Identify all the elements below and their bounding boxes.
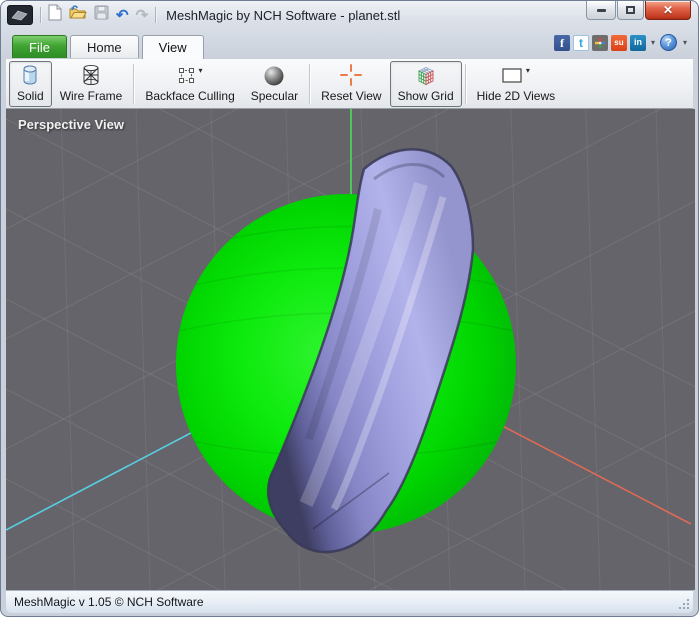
- reset-view-icon: [339, 63, 363, 87]
- wire-frame-icon: [79, 63, 103, 87]
- help-dropdown-icon[interactable]: ▾: [683, 38, 687, 47]
- show-grid-button[interactable]: Show Grid: [390, 61, 462, 107]
- specular-icon: [263, 65, 285, 87]
- view-ribbon: Solid Wire Frame ▾ Backface Culling Spec…: [6, 58, 693, 109]
- app-window: ↶ ↷ MeshMagic by NCH Software - planet.s…: [0, 0, 699, 617]
- backface-culling-icon: [178, 67, 195, 84]
- hide-2d-views-dropdown-icon[interactable]: ▾: [526, 66, 530, 75]
- button-label: Reset View: [321, 89, 381, 103]
- close-button[interactable]: ✕: [645, 1, 691, 20]
- facebook-icon[interactable]: f: [554, 35, 570, 51]
- hide-2d-views-icon: [502, 68, 522, 83]
- solid-icon: [19, 63, 41, 87]
- save-button[interactable]: [94, 5, 109, 25]
- specular-button[interactable]: Specular: [243, 61, 306, 107]
- perspective-viewport[interactable]: Perspective View: [6, 109, 695, 590]
- window-controls: ✕: [586, 1, 691, 20]
- minimize-icon: [597, 9, 606, 12]
- app-icon[interactable]: [7, 5, 33, 25]
- tab-file[interactable]: File: [12, 35, 67, 58]
- toolbar-separator: [465, 64, 466, 104]
- maximize-button[interactable]: [617, 1, 644, 20]
- button-label: Wire Frame: [60, 89, 123, 103]
- share-overflow-chevron-icon[interactable]: ▾: [651, 38, 655, 47]
- resize-grip[interactable]: [687, 607, 689, 609]
- button-label: Specular: [251, 89, 298, 103]
- titlebar-separator: [155, 7, 156, 23]
- undo-button[interactable]: ↶: [116, 8, 129, 23]
- scene-canvas[interactable]: [6, 109, 695, 590]
- show-grid-icon: [415, 65, 436, 87]
- stumbleupon-icon[interactable]: su: [611, 35, 627, 51]
- tab-home[interactable]: Home: [70, 35, 139, 58]
- status-bar: MeshMagic v 1.05 © NCH Software: [6, 590, 693, 613]
- toolbar-separator: [133, 64, 134, 104]
- button-label: Backface Culling: [145, 89, 234, 103]
- tab-view[interactable]: View: [142, 35, 204, 59]
- linkedin-icon[interactable]: in: [630, 35, 646, 51]
- backface-culling-dropdown-icon[interactable]: ▾: [199, 66, 203, 75]
- window-title: MeshMagic by NCH Software - planet.stl: [166, 8, 400, 23]
- hide-2d-views-button[interactable]: ▾ Hide 2D Views: [469, 61, 563, 107]
- button-label: Solid: [17, 89, 44, 103]
- button-label: Show Grid: [398, 89, 454, 103]
- quick-access-toolbar: ↶ ↷: [7, 4, 156, 26]
- googleplus-icon[interactable]: [592, 35, 608, 51]
- social-share-bar: f t su in ▾ ? ▾: [554, 34, 687, 51]
- ribbon-tab-row: File Home View f t su in ▾ ? ▾: [6, 29, 693, 58]
- viewport-label: Perspective View: [18, 117, 124, 132]
- wire-frame-button[interactable]: Wire Frame: [52, 61, 131, 107]
- twitter-icon[interactable]: t: [573, 35, 589, 51]
- reset-view-button[interactable]: Reset View: [313, 61, 389, 107]
- titlebar-separator: [40, 7, 41, 23]
- backface-culling-button[interactable]: ▾ Backface Culling: [137, 61, 242, 107]
- button-label: Hide 2D Views: [477, 89, 555, 103]
- status-text: MeshMagic v 1.05 © NCH Software: [14, 595, 204, 609]
- maximize-icon: [626, 6, 635, 14]
- redo-button[interactable]: ↷: [136, 8, 149, 23]
- ribbon-tabs: File Home View: [12, 35, 204, 58]
- toolbar-separator: [309, 64, 310, 104]
- close-icon: ✕: [663, 3, 673, 17]
- open-file-button[interactable]: [69, 5, 87, 25]
- help-button[interactable]: ?: [660, 34, 677, 51]
- minimize-button[interactable]: [586, 1, 616, 20]
- solid-button[interactable]: Solid: [9, 61, 52, 107]
- new-file-button[interactable]: [48, 4, 62, 26]
